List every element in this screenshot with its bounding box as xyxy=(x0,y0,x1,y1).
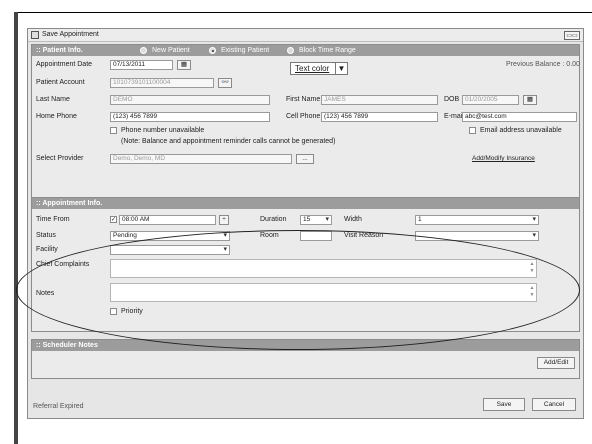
last-name-field[interactable]: DEMO xyxy=(110,95,270,105)
previous-balance: Previous Balance : 0.00 xyxy=(506,61,580,68)
frame-left-bar xyxy=(14,12,18,444)
first-name-field[interactable]: JAMES xyxy=(321,95,438,105)
text-color-label: Text color xyxy=(295,64,330,73)
window-title: Save Appointment xyxy=(42,31,99,38)
chief-complaints-field[interactable]: ▲ ▼ xyxy=(110,259,537,278)
cell-phone-field[interactable]: (123) 456 7899 xyxy=(321,112,438,122)
time-from-label: Time From xyxy=(36,216,70,223)
radio-new-patient-label: New Patient xyxy=(152,47,190,54)
save-appointment-window: Save Appointment ▭▭ :: Patient Info. New… xyxy=(27,28,584,419)
save-button[interactable]: Save xyxy=(483,398,525,411)
radio-new-patient[interactable] xyxy=(140,47,147,54)
frame-top-border xyxy=(14,12,592,13)
first-name-label: First Name xyxy=(286,96,321,103)
maximize-button[interactable]: ▭▭ xyxy=(564,31,580,40)
visit-reason-select[interactable] xyxy=(415,231,539,241)
appointment-info-section: :: Appointment Info. Time From ✓ 08:00 A… xyxy=(31,197,580,332)
scheduler-notes-title: :: Scheduler Notes xyxy=(36,342,98,349)
time-spinner[interactable]: ÷ xyxy=(219,215,229,225)
patient-account-field[interactable]: 1010739101100004 xyxy=(110,78,214,88)
provider-browse-button[interactable]: ... xyxy=(296,154,314,164)
facility-select[interactable] xyxy=(110,245,230,255)
calendar-icon xyxy=(31,31,39,39)
email-unavailable-checkbox[interactable] xyxy=(469,127,476,134)
scheduler-notes-header: :: Scheduler Notes xyxy=(32,340,579,351)
duration-label: Duration xyxy=(260,216,287,223)
visit-reason-label: Visit Reason xyxy=(344,232,384,239)
room-label: Room xyxy=(260,232,279,239)
notes-label: Notes xyxy=(36,290,55,297)
width-select[interactable]: 1 xyxy=(415,215,539,225)
radio-existing-patient[interactable] xyxy=(209,47,216,54)
dob-calendar-icon[interactable]: ▦ xyxy=(523,95,537,105)
status-select[interactable]: Pending xyxy=(110,231,230,241)
dob-label: DOB xyxy=(444,96,460,103)
home-phone-field[interactable]: (123) 456 7899 xyxy=(110,112,270,122)
priority-label: Priority xyxy=(121,308,143,315)
appointment-date-field[interactable]: 07/13/2011 xyxy=(110,60,173,70)
duration-select[interactable]: 15 xyxy=(300,215,332,225)
cell-phone-label: Cell Phone xyxy=(286,113,321,120)
add-edit-button[interactable]: Add/Edit xyxy=(537,357,575,369)
status-label: Status xyxy=(36,232,56,239)
radio-block-time-label: Block Time Range xyxy=(299,47,356,54)
scrollbar[interactable]: ▲ ▼ xyxy=(529,261,535,276)
radio-existing-patient-label: Existing Patient xyxy=(221,47,270,54)
patient-info-title: :: Patient Info. xyxy=(36,47,83,54)
email-field[interactable]: abc@test.com xyxy=(462,112,577,122)
last-name-label: Last Name xyxy=(36,96,70,103)
dob-field[interactable]: 01/20/2005 xyxy=(462,95,519,105)
chevron-down-icon: ▼ xyxy=(335,63,347,74)
title-bar: Save Appointment ▭▭ xyxy=(28,29,583,42)
appointment-info-title: :: Appointment Info. xyxy=(36,200,103,207)
phone-unavailable-checkbox[interactable] xyxy=(110,127,117,134)
screenshot-frame: Save Appointment ▭▭ :: Patient Info. New… xyxy=(0,0,592,444)
priority-checkbox[interactable] xyxy=(110,308,117,315)
radio-block-time[interactable] xyxy=(287,47,294,54)
appointment-info-header: :: Appointment Info. xyxy=(32,198,579,209)
email-unavailable-label: Email address unavailable xyxy=(480,127,562,134)
binoculars-icon[interactable]: 👓 xyxy=(218,78,232,88)
referral-status: Referral Expired xyxy=(33,403,84,410)
width-label: Width xyxy=(344,216,362,223)
room-field[interactable] xyxy=(300,231,332,241)
phone-note: (Note: Balance and appointment reminder … xyxy=(121,138,336,145)
add-modify-insurance-link[interactable]: Add/Modify Insurance xyxy=(472,155,535,162)
time-from-checkbox[interactable]: ✓ xyxy=(110,216,117,223)
time-from-field[interactable]: 08:00 AM xyxy=(119,215,216,225)
patient-account-label: Patient Account xyxy=(36,79,85,86)
notes-field[interactable]: ▲ ▼ xyxy=(110,283,537,302)
cancel-button[interactable]: Cancel xyxy=(532,398,576,411)
provider-field[interactable]: Demo, Demo, MD xyxy=(110,154,292,164)
facility-label: Facility xyxy=(36,246,58,253)
select-provider-label: Select Provider xyxy=(36,155,84,162)
email-label: E-mail xyxy=(444,113,464,120)
calendar-picker-icon[interactable]: ▦ xyxy=(177,60,191,70)
phone-unavailable-label: Phone number unavailable xyxy=(121,127,205,134)
scheduler-notes-section: :: Scheduler Notes Add/Edit xyxy=(31,339,580,379)
text-color-button[interactable]: Text color ▼ xyxy=(290,62,348,75)
chief-complaints-label: Chief Complaints xyxy=(36,261,90,268)
appointment-date-label: Appointment Date xyxy=(36,61,93,68)
scrollbar[interactable]: ▲ ▼ xyxy=(529,285,535,300)
home-phone-label: Home Phone xyxy=(36,113,77,120)
